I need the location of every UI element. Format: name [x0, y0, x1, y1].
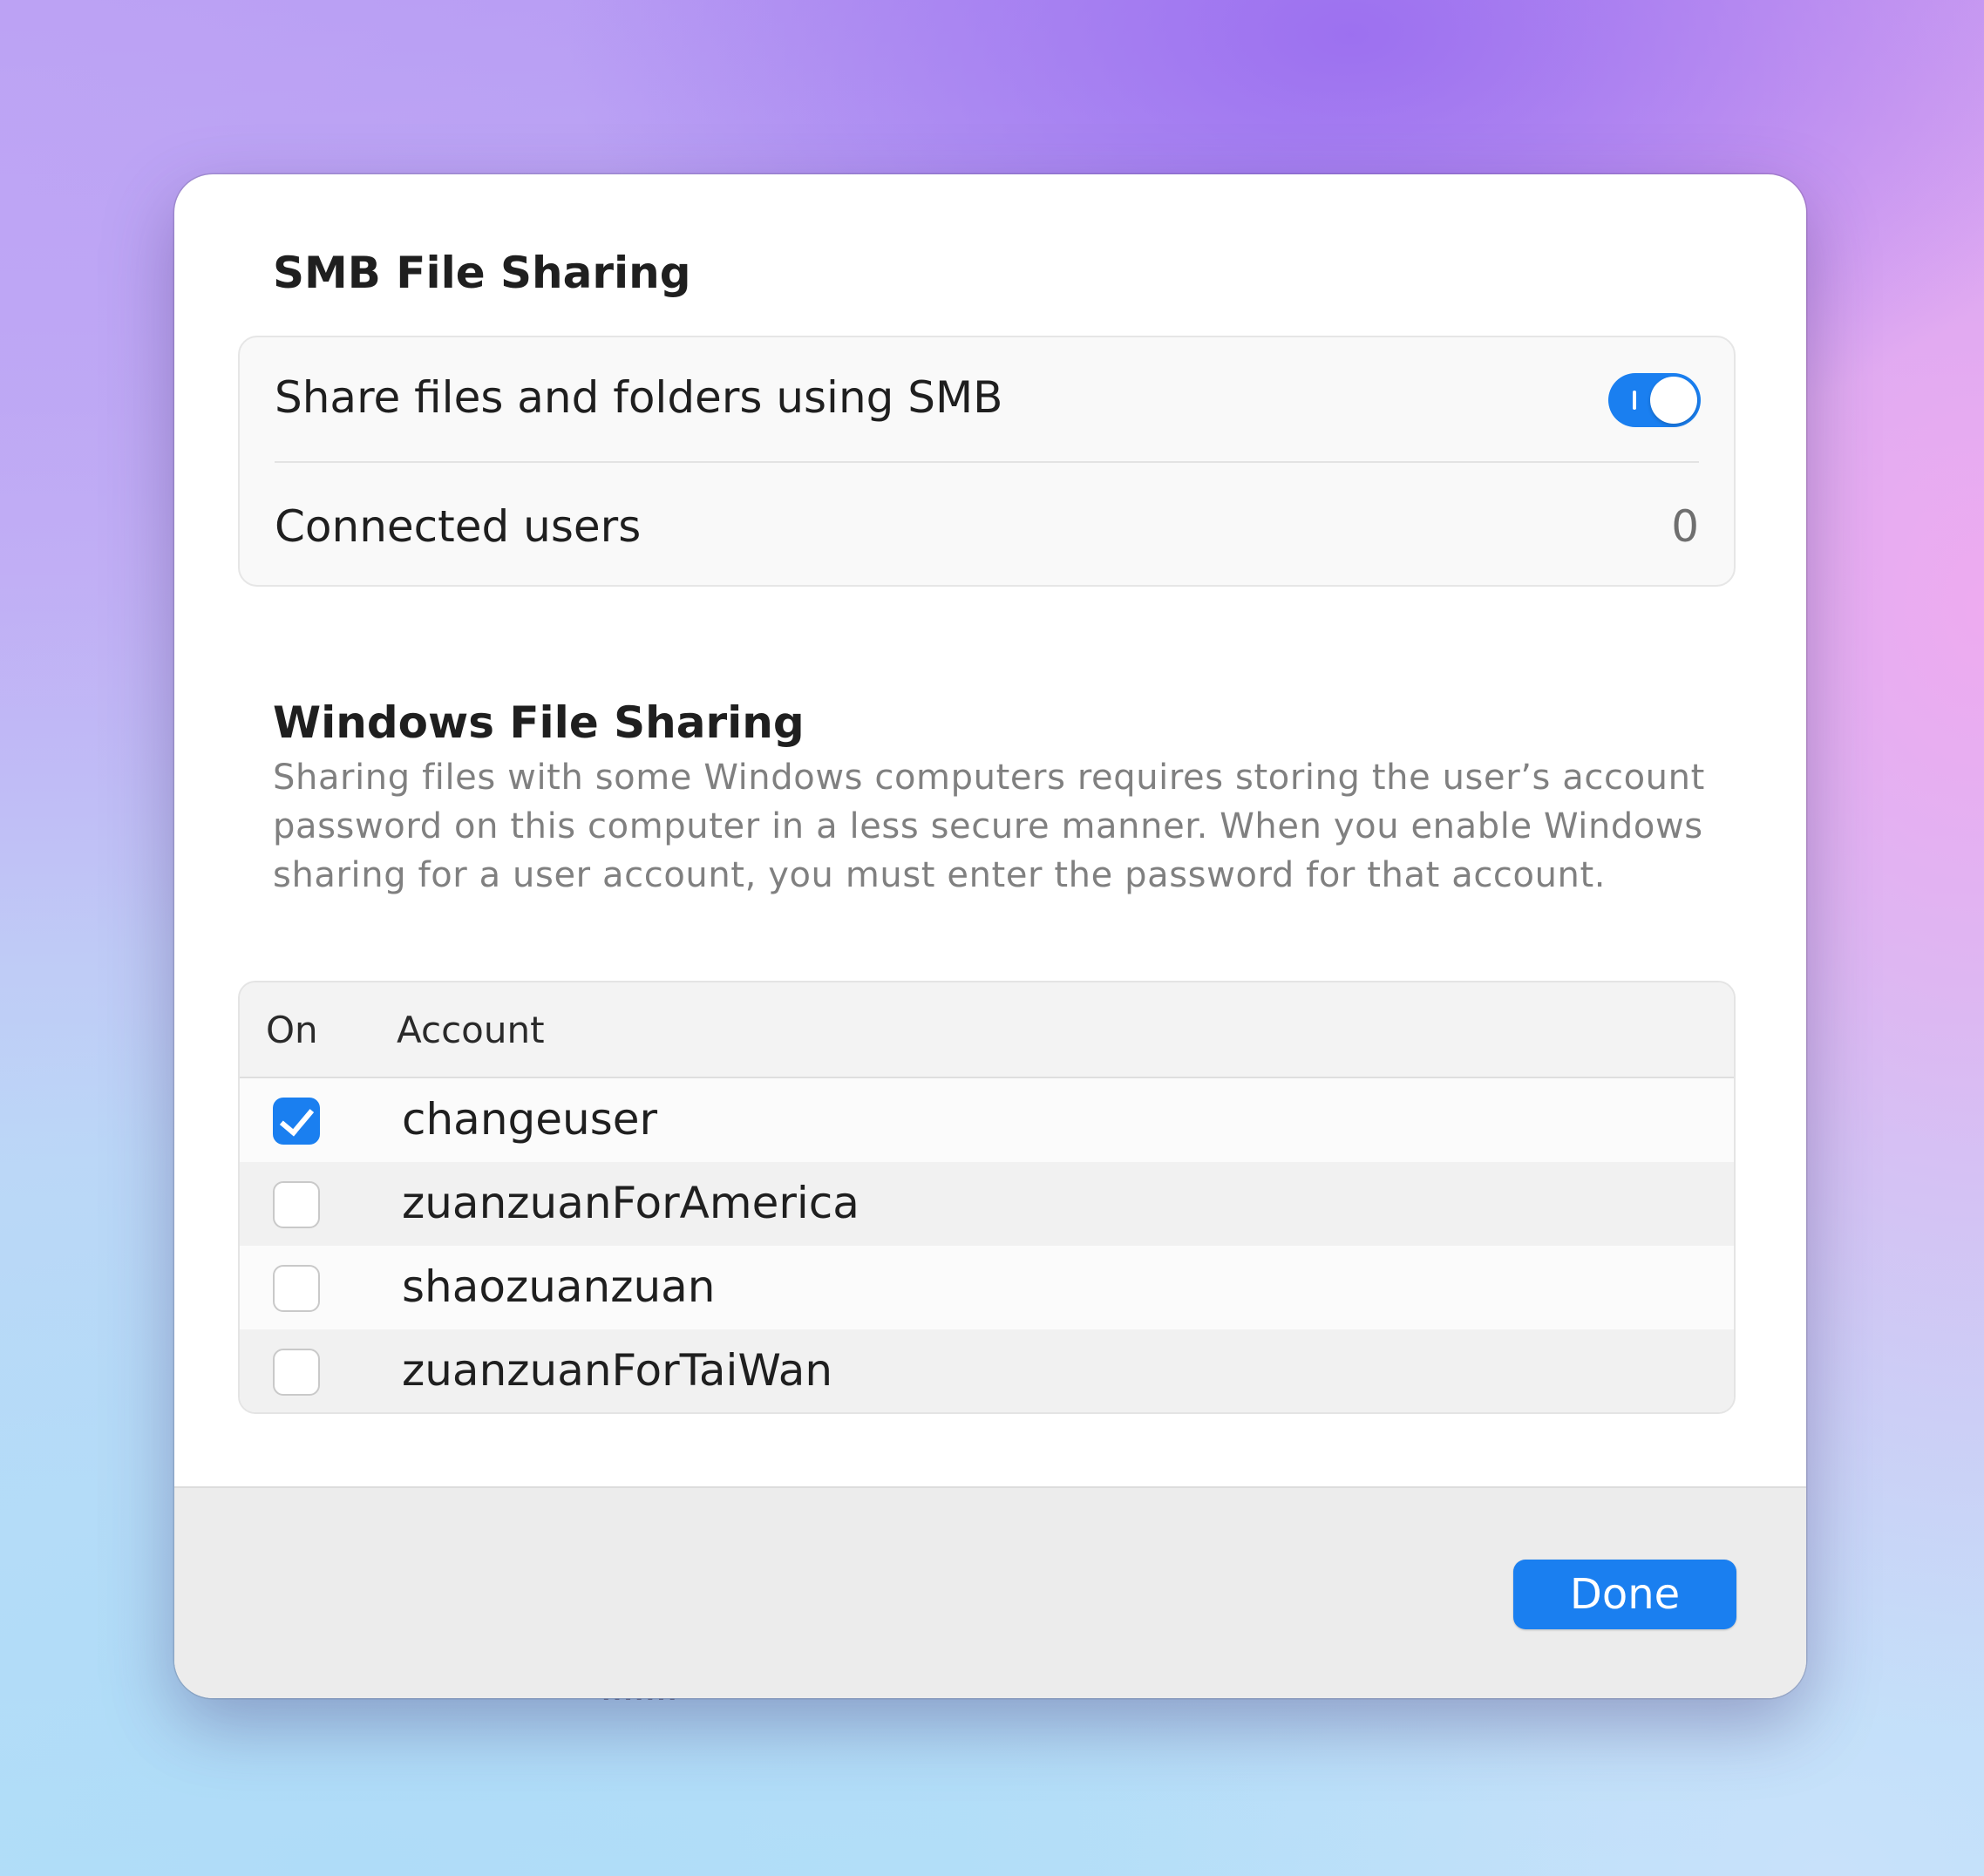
smb-file-sharing-dialog: SMB File Sharing Share files and folders… [174, 174, 1806, 1698]
group-divider [275, 461, 1699, 463]
toggle-on-indicator-icon [1633, 391, 1636, 410]
dialog-footer: Done [174, 1486, 1806, 1698]
table-row[interactable]: changeuser [240, 1078, 1734, 1162]
column-header-on[interactable]: On [266, 1009, 318, 1051]
toggle-knob [1650, 377, 1697, 424]
table-row[interactable]: zuanzuanForTaiWan [240, 1329, 1734, 1412]
account-name: shaozuanzuan [402, 1261, 716, 1312]
column-header-account[interactable]: Account [397, 1009, 545, 1051]
connected-users-count: 0 [1671, 501, 1699, 552]
account-name: zuanzuanForTaiWan [402, 1345, 833, 1396]
account-name: zuanzuanForAmerica [402, 1178, 860, 1228]
accounts-table: On Account changeuser zuanzuanForAmerica… [238, 981, 1736, 1414]
account-checkbox[interactable] [273, 1265, 320, 1312]
share-files-label: Share files and folders using SMB [275, 372, 1003, 423]
account-name: changeuser [402, 1094, 658, 1145]
table-row[interactable]: zuanzuanForAmerica [240, 1162, 1734, 1246]
account-checkbox-checked[interactable] [273, 1098, 320, 1145]
share-smb-toggle[interactable] [1608, 373, 1701, 427]
account-checkbox[interactable] [273, 1349, 320, 1396]
windows-sharing-description: Sharing files with some Windows computer… [273, 758, 1705, 895]
windows-section-title: Windows File Sharing [273, 697, 805, 748]
account-checkbox[interactable] [273, 1181, 320, 1228]
table-header: On Account [240, 982, 1734, 1078]
smb-settings-group: Share files and folders using SMB Connec… [238, 336, 1736, 587]
connected-users-label: Connected users [275, 501, 642, 552]
done-button[interactable]: Done [1513, 1560, 1736, 1629]
table-row[interactable]: shaozuanzuan [240, 1246, 1734, 1329]
smb-section-title: SMB File Sharing [273, 248, 691, 298]
